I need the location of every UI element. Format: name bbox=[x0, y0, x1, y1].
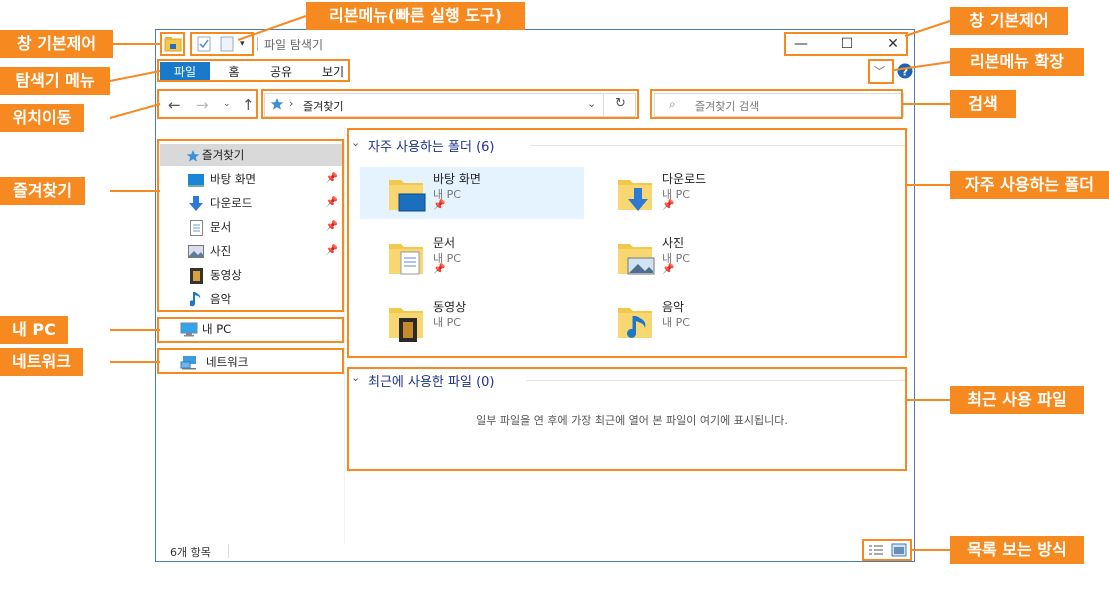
callout-window-control-left: 창 기본제어 bbox=[0, 30, 113, 58]
callout-ribbon-expand: 리본메뉴 확장 bbox=[950, 48, 1084, 76]
callout-explorer-menu: 탐색기 메뉴 bbox=[0, 67, 110, 95]
callout-window-control-right: 창 기본제어 bbox=[950, 7, 1068, 35]
callout-favorites: 즐겨찾기 bbox=[0, 177, 85, 205]
callout-navigation: 위치이동 bbox=[0, 104, 84, 132]
callout-connector-lines bbox=[109, 15, 951, 551]
callout-search: 검색 bbox=[950, 90, 1016, 118]
callout-view-mode: 목록 보는 방식 bbox=[950, 536, 1084, 564]
callout-this-pc: 내 PC bbox=[0, 316, 68, 344]
callout-frequent-folders: 자주 사용하는 폴더 bbox=[950, 171, 1109, 199]
callout-recent-files: 최근 사용 파일 bbox=[950, 386, 1084, 414]
callout-network: 네트워크 bbox=[0, 348, 83, 376]
callout-quick-access-toolbar: 리본메뉴(빠른 실행 도구) bbox=[306, 2, 525, 30]
